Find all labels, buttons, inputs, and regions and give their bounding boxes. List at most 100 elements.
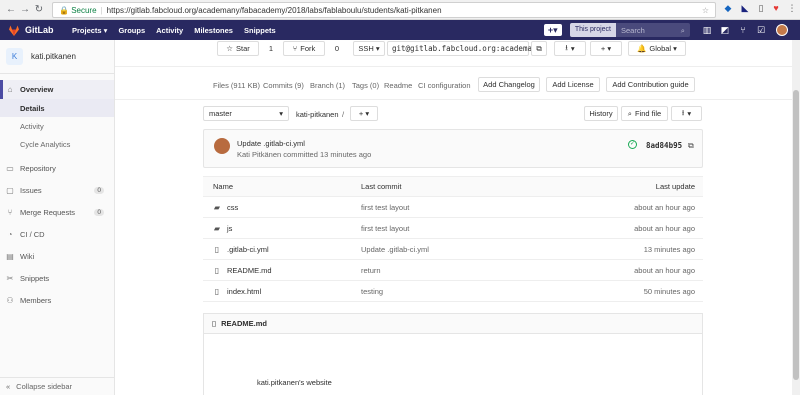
sidebar-item-issues[interactable]: ▢ Issues 0 bbox=[0, 181, 114, 200]
readme-link[interactable]: Readme bbox=[384, 81, 412, 90]
gitlab-fox-icon bbox=[9, 25, 19, 36]
merge-icon: ⑂ bbox=[7, 208, 13, 217]
search-icon: ⌕ bbox=[680, 26, 685, 35]
copy-url-button[interactable]: ⧉ bbox=[531, 41, 547, 56]
extension-icon[interactable]: ♥ bbox=[770, 3, 782, 15]
download-caret: ▾ bbox=[687, 109, 692, 118]
files-stat[interactable]: Files (911 KB) bbox=[213, 81, 260, 90]
sidebar-item-wiki[interactable]: ▤ Wiki bbox=[0, 247, 114, 266]
sidebar-subitem-cycle-analytics[interactable]: Cycle Analytics bbox=[0, 135, 114, 153]
nav-activity[interactable]: Activity bbox=[156, 26, 183, 35]
project-avatar: K bbox=[6, 48, 23, 65]
notification-dropdown[interactable]: 🔔 Global ▾ bbox=[628, 41, 686, 56]
file-last-commit[interactable]: return bbox=[361, 266, 381, 275]
notification-label: Global ▾ bbox=[649, 44, 677, 53]
sidebar-item-overview[interactable]: ⌂ Overview bbox=[0, 80, 114, 99]
file-name[interactable]: README.md bbox=[227, 266, 272, 275]
folder-icon: ▰ bbox=[213, 202, 221, 212]
extension-icon[interactable]: ▯ bbox=[755, 3, 767, 15]
bookmark-star-icon[interactable]: ☆ bbox=[702, 6, 709, 15]
file-name[interactable]: index.html bbox=[227, 287, 261, 296]
file-last-commit[interactable]: Update .gitlab-ci.yml bbox=[361, 245, 429, 254]
star-icon: ☆ bbox=[226, 44, 233, 53]
pipeline-passed-icon[interactable]: ✓ bbox=[628, 140, 637, 149]
add-contribution-guide-button[interactable]: Add Contribution guide bbox=[606, 77, 695, 92]
fork-count[interactable]: 0 bbox=[328, 41, 346, 56]
tree-download-dropdown[interactable]: ⭳ ▾ bbox=[671, 106, 702, 121]
add-license-button[interactable]: Add License bbox=[546, 77, 600, 92]
table-row[interactable]: ▯ .gitlab-ci.yml Update .gitlab-ci.yml 13… bbox=[203, 239, 703, 260]
sidebar-item-ci-cd[interactable]: ◔ CI / CD bbox=[0, 225, 114, 244]
clone-protocol-dropdown[interactable]: SSH ▾ bbox=[353, 41, 385, 56]
page-scrollbar[interactable] bbox=[792, 40, 800, 395]
breadcrumb-path[interactable]: kati-pitkanen bbox=[296, 110, 339, 119]
todos-icon[interactable]: ☑ bbox=[752, 25, 770, 36]
scrollbar-thumb[interactable] bbox=[793, 90, 799, 380]
readme-content: kati.pitkanen's website bbox=[257, 378, 332, 387]
table-row[interactable]: ▯ README.md return about an hour ago bbox=[203, 260, 703, 281]
download-dropdown[interactable]: ⭳ ▾ bbox=[554, 41, 586, 56]
readme-title[interactable]: README.md bbox=[221, 319, 267, 328]
star-button[interactable]: ☆ Star bbox=[217, 41, 259, 56]
table-row[interactable]: ▰ js first test layout about an hour ago bbox=[203, 218, 703, 239]
nav-snippets[interactable]: Snippets bbox=[244, 26, 276, 35]
fork-button[interactable]: ⑂ Fork bbox=[283, 41, 325, 56]
extension-icon[interactable]: ◆ bbox=[722, 3, 734, 15]
collapse-sidebar-button[interactable]: « Collapse sidebar bbox=[0, 377, 115, 395]
table-row[interactable]: ▰ css first test layout about an hour ago bbox=[203, 197, 703, 218]
nav-groups[interactable]: Groups bbox=[118, 26, 145, 35]
search-scope-label: This project bbox=[569, 23, 616, 37]
tags-stat[interactable]: Tags (0) bbox=[352, 81, 379, 90]
sidebar-subitem-details[interactable]: Details bbox=[0, 99, 114, 117]
merge-requests-icon[interactable]: ⑂ bbox=[734, 25, 752, 35]
star-count[interactable]: 1 bbox=[262, 41, 280, 56]
copy-sha-icon[interactable]: ⧉ bbox=[688, 141, 694, 151]
project-context[interactable]: K kati.pitkanen bbox=[0, 40, 114, 74]
commit-author-avatar[interactable] bbox=[214, 138, 230, 154]
sidebar-item-repository[interactable]: ▭ Repository bbox=[0, 159, 114, 178]
search-input[interactable]: Search ⌕ bbox=[616, 23, 690, 37]
sidebar-panel-icon[interactable]: ▥ bbox=[698, 25, 716, 36]
add-to-tree-dropdown[interactable]: + ▾ bbox=[350, 106, 378, 121]
file-last-update: 13 minutes ago bbox=[643, 244, 695, 254]
gitlab-logo[interactable]: GitLab bbox=[8, 25, 72, 36]
forward-icon[interactable]: → bbox=[18, 4, 32, 15]
sidebar-subitem-activity[interactable]: Activity bbox=[0, 117, 114, 135]
file-last-commit[interactable]: first test layout bbox=[361, 224, 409, 233]
issues-icon[interactable]: ◩ bbox=[716, 25, 734, 36]
nav-milestones[interactable]: Milestones bbox=[194, 26, 233, 35]
table-row[interactable]: ▯ index.html testing 50 minutes ago bbox=[203, 281, 703, 302]
add-changelog-button[interactable]: Add Changelog bbox=[478, 77, 540, 92]
new-dropdown-button[interactable]: +▾ bbox=[543, 24, 562, 36]
readme-header: ▯ README.md bbox=[204, 314, 702, 334]
clone-url-input[interactable]: git@gitlab.fabcloud.org:academany bbox=[387, 41, 541, 56]
file-last-commit[interactable]: testing bbox=[361, 287, 383, 296]
commits-stat[interactable]: Commits (9) bbox=[263, 81, 304, 90]
file-last-commit[interactable]: first test layout bbox=[361, 203, 409, 212]
sidebar-item-merge-requests[interactable]: ⑂ Merge Requests 0 bbox=[0, 203, 114, 222]
commit-title[interactable]: Update .gitlab-ci.yml bbox=[237, 139, 305, 148]
address-bar[interactable]: 🔒 Secure | https://gitlab.fabcloud.org/a… bbox=[52, 2, 716, 18]
file-name[interactable]: js bbox=[227, 224, 232, 233]
branch-select[interactable]: master ▾ bbox=[203, 106, 289, 121]
rocket-icon: ◔ bbox=[7, 230, 13, 239]
ci-config-link[interactable]: CI configuration bbox=[418, 81, 471, 90]
file-name[interactable]: .gitlab-ci.yml bbox=[227, 245, 269, 254]
sidebar-label: Members bbox=[20, 296, 52, 305]
branches-stat[interactable]: Branch (1) bbox=[310, 81, 345, 90]
file-name[interactable]: css bbox=[227, 203, 238, 212]
menu-icon[interactable]: ⋮ bbox=[786, 3, 798, 15]
history-button[interactable]: History bbox=[584, 106, 618, 121]
sidebar-label: Issues bbox=[20, 186, 42, 195]
reload-icon[interactable]: ↻ bbox=[32, 4, 46, 15]
extension-icon[interactable]: ◣ bbox=[739, 3, 751, 15]
user-avatar[interactable] bbox=[776, 24, 788, 36]
back-icon[interactable]: ← bbox=[4, 4, 18, 15]
add-dropdown[interactable]: + ▾ bbox=[590, 41, 622, 56]
sidebar-item-snippets[interactable]: ✂ Snippets bbox=[0, 269, 114, 288]
nav-projects[interactable]: Projects ▾ bbox=[72, 26, 107, 35]
find-file-button[interactable]: ⌕ Find file bbox=[621, 106, 668, 121]
commit-sha[interactable]: 8ad84b95 bbox=[646, 141, 682, 150]
sidebar-item-members[interactable]: ⚇ Members bbox=[0, 291, 114, 310]
sidebar-label: Merge Requests bbox=[20, 208, 76, 217]
